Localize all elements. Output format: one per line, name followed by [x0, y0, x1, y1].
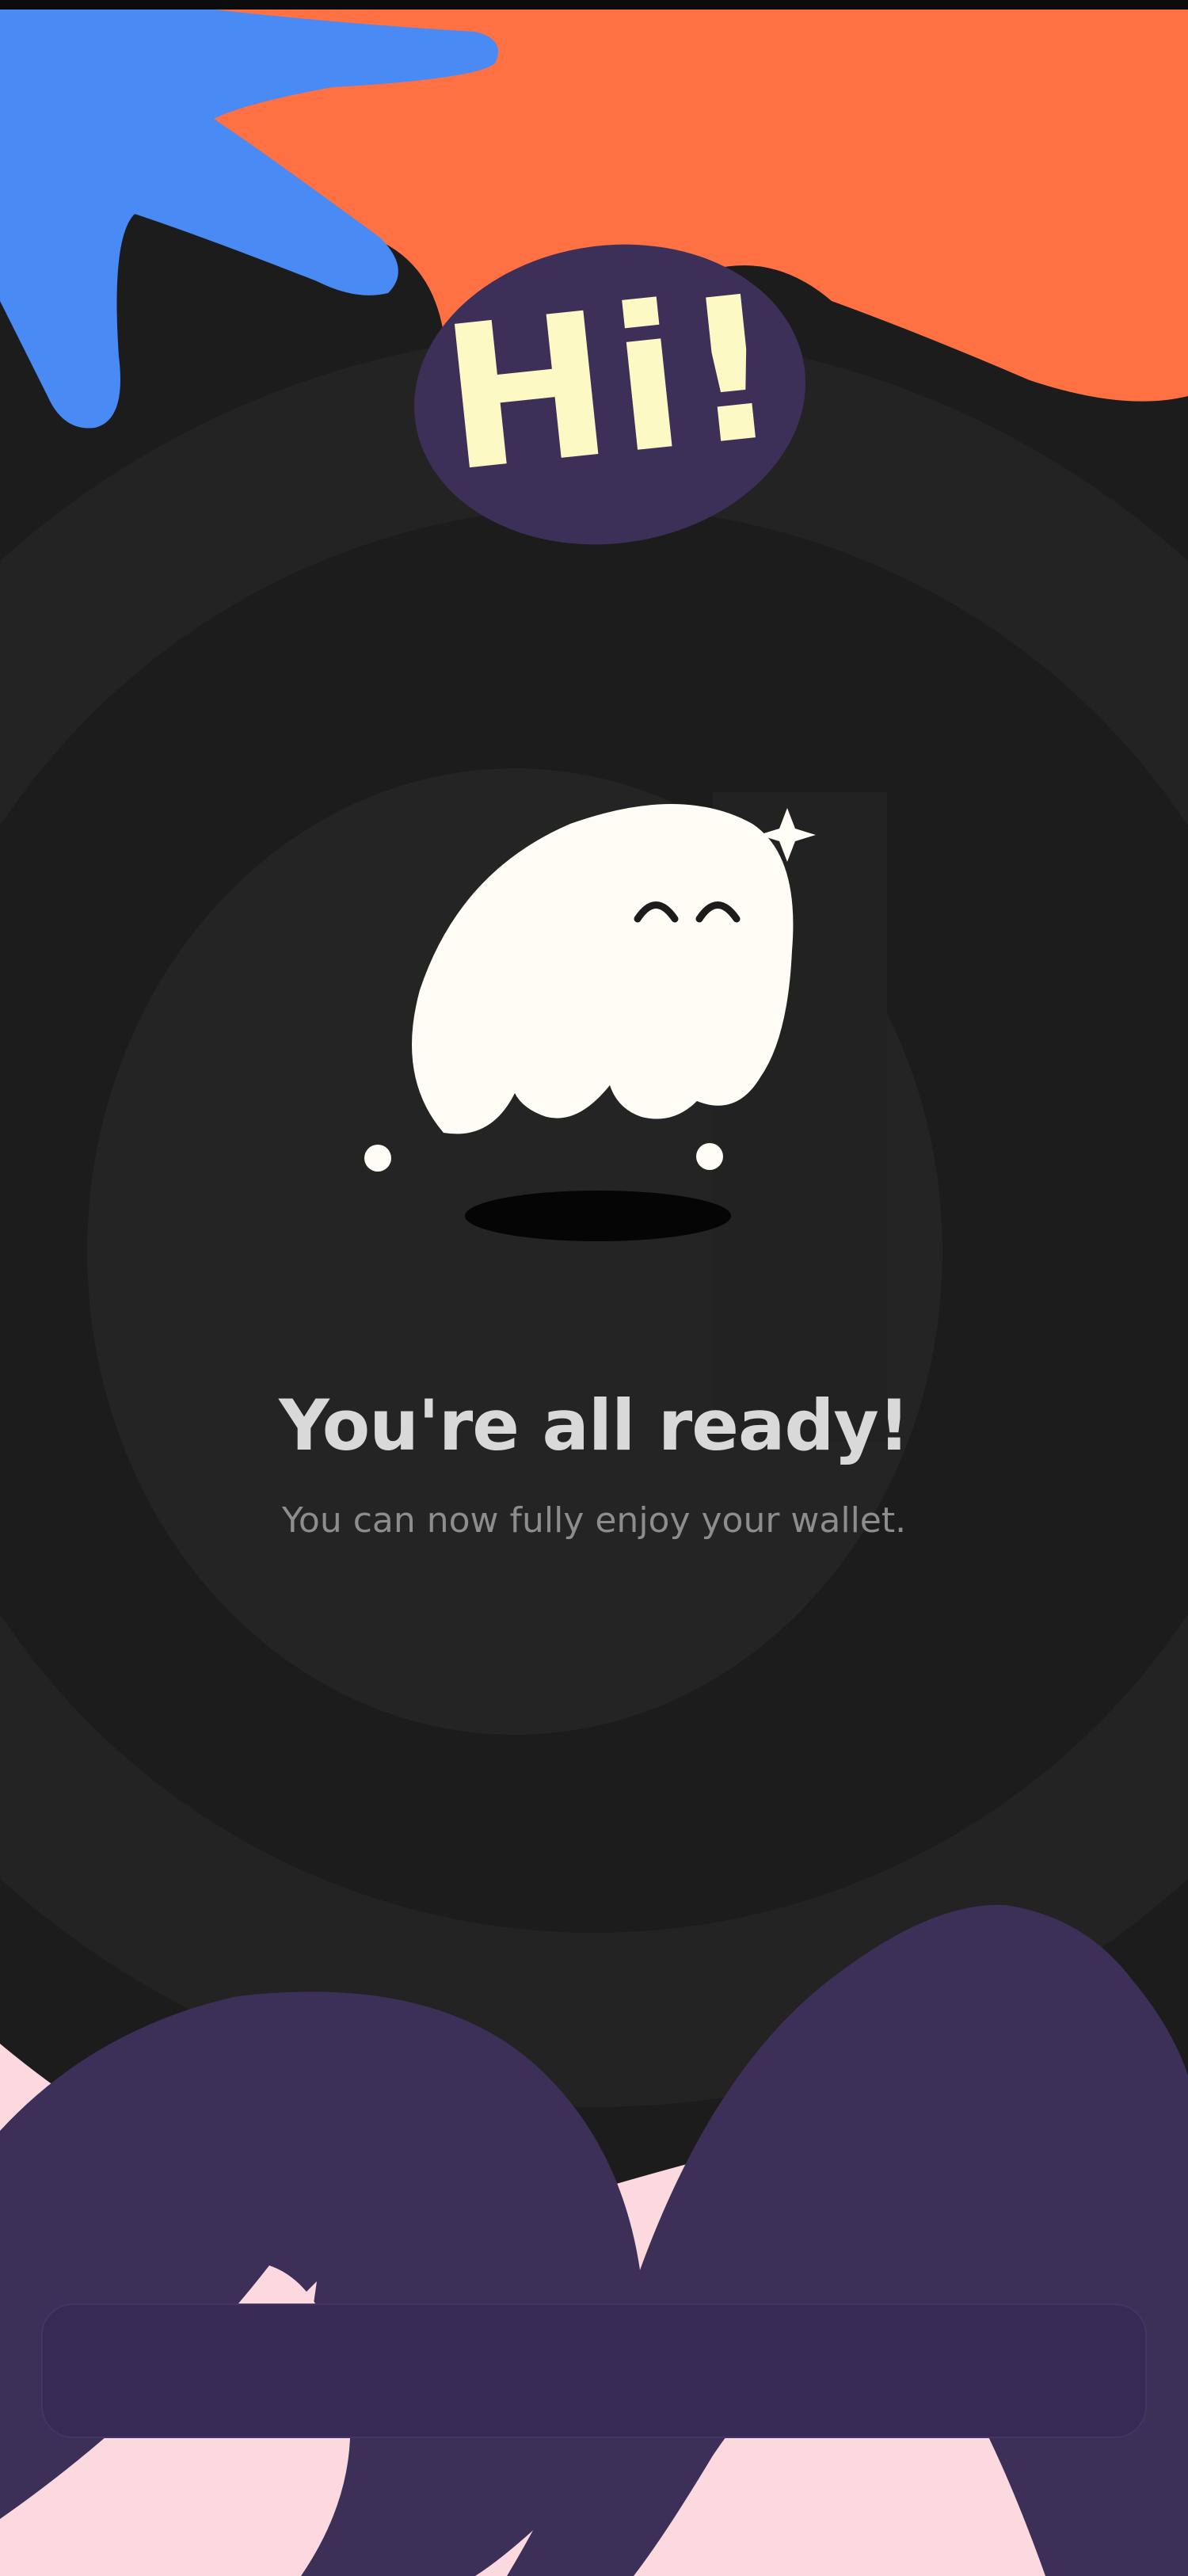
success-subtitle: You can now fully enjoy your wallet. [281, 1500, 907, 1541]
right-dot [696, 1143, 723, 1170]
hi-badge-text: Hi! [432, 251, 793, 516]
ghost-shadow [465, 1191, 731, 1241]
success-title: You're all ready! [279, 1385, 910, 1466]
continue-button[interactable] [41, 2304, 1147, 2438]
left-dot [364, 1145, 391, 1172]
